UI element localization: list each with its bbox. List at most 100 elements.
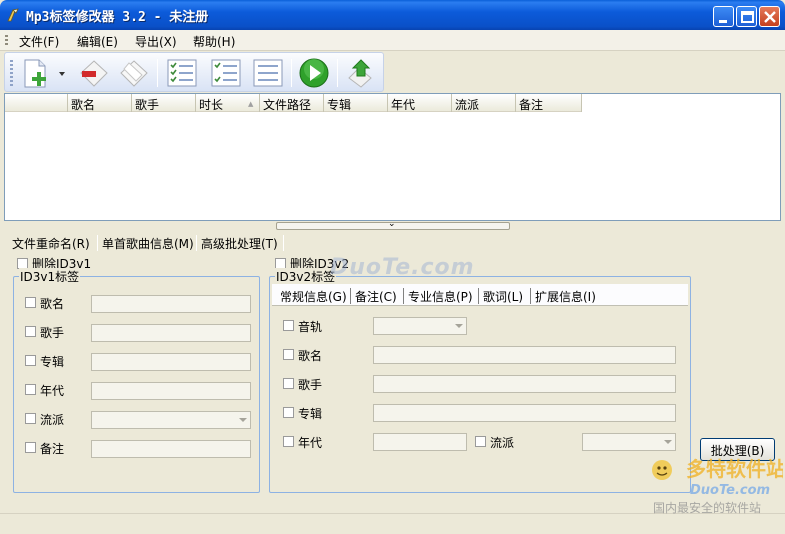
sort-arrow-icon: ▲	[248, 100, 254, 108]
tab-file-rename[interactable]: 文件重命名(R)	[8, 234, 94, 252]
add-file-button[interactable]	[19, 56, 69, 90]
chevron-down-icon: ⌄	[388, 219, 396, 229]
close-button[interactable]	[759, 6, 780, 27]
maximize-icon	[741, 11, 754, 23]
deselect-button[interactable]	[251, 56, 285, 90]
minimize-button[interactable]	[713, 6, 734, 27]
menu-grip[interactable]	[5, 35, 8, 47]
id3v2-title-input[interactable]	[373, 346, 676, 364]
id3v2-track-checkbox[interactable]	[283, 320, 294, 331]
id3v2-genre-checkbox[interactable]	[475, 436, 486, 447]
chevron-down-icon	[455, 324, 463, 328]
window-title: Mp3标签修改器 3.2 - 未注册	[26, 10, 209, 25]
site-logo-graphic: 多特软件站 DuoTe.com 国内最安全的软件站	[652, 457, 785, 515]
check-list-2-icon	[211, 59, 241, 87]
id3v2-genre-select[interactable]	[582, 433, 676, 451]
id3v2-year-input[interactable]	[373, 433, 467, 451]
invert-select-button[interactable]	[209, 56, 243, 90]
select-all-button[interactable]	[165, 56, 199, 90]
id3v1-comment-label: 备注	[40, 442, 65, 456]
subtab-professional[interactable]: 专业信息(P)	[408, 288, 473, 305]
id3v1-title-checkbox[interactable]	[25, 297, 36, 308]
play-icon	[299, 58, 329, 88]
subtab-separator	[403, 288, 404, 304]
toolbar	[4, 52, 384, 92]
id3v1-artist-checkbox[interactable]	[25, 326, 36, 337]
subtab-extended[interactable]: 扩展信息(I)	[535, 288, 596, 305]
subtab-lyrics[interactable]: 歌词(L)	[483, 288, 523, 305]
column-title[interactable]: 歌名	[68, 94, 132, 112]
check-list-icon	[167, 59, 197, 87]
column-duration-label: 时长	[199, 98, 224, 112]
column-artist[interactable]: 歌手	[132, 94, 196, 112]
id3v2-year-label: 年代	[298, 436, 323, 450]
run-button[interactable]	[297, 56, 331, 90]
id3v2-artist-input[interactable]	[373, 375, 676, 393]
subtab-separator	[530, 288, 531, 304]
site-logo: 多特软件站 DuoTe.com 国内最安全的软件站	[648, 456, 785, 518]
id3v2-album-checkbox[interactable]	[283, 407, 294, 418]
id3v2-group-label: ID3v2标签	[275, 268, 337, 285]
chevron-down-icon	[239, 418, 247, 422]
id3v2-title-label: 歌名	[298, 349, 323, 363]
menu-help[interactable]: 帮助(H)	[193, 33, 235, 50]
tab-single-song[interactable]: 单首歌曲信息(M)	[98, 234, 198, 252]
close-icon	[764, 11, 776, 23]
id3v2-track-label: 音轨	[298, 320, 323, 334]
tab-separator	[283, 235, 284, 251]
id3v1-year-input[interactable]	[91, 382, 251, 400]
id3v2-album-label: 专辑	[298, 407, 323, 421]
toolbar-grip[interactable]	[10, 60, 13, 86]
logo-cn-text: 多特软件站	[686, 457, 783, 481]
menu-file[interactable]: 文件(F)	[19, 33, 59, 50]
song-list[interactable]: 歌名 歌手 时长 ▲ 文件路径 专辑 年代 流派 备注	[4, 93, 781, 221]
logo-en-text: DuoTe.com	[690, 483, 770, 498]
toolbar-separator	[291, 59, 292, 87]
id3v1-title-input[interactable]	[91, 295, 251, 313]
menu-bar: 文件(F) 编辑(E) 导出(X) 帮助(H)	[0, 30, 785, 51]
export-button[interactable]	[343, 56, 377, 90]
subtab-general[interactable]: 常规信息(G)	[280, 288, 347, 305]
id3v1-artist-input[interactable]	[91, 324, 251, 342]
id3v2-track-select[interactable]	[373, 317, 467, 335]
id3v1-title-label: 歌名	[40, 297, 65, 311]
logo-slogan-text: 国内最安全的软件站	[653, 500, 761, 515]
subtab-comment[interactable]: 备注(C)	[355, 288, 397, 305]
title-bar: Mp3标签修改器 3.2 - 未注册	[0, 0, 785, 30]
remove-icon	[80, 60, 108, 87]
id3v1-genre-checkbox[interactable]	[25, 413, 36, 424]
remove-file-button[interactable]	[77, 56, 111, 90]
column-genre[interactable]: 流派	[452, 94, 516, 112]
column-year[interactable]: 年代	[388, 94, 452, 112]
id3v1-comment-input[interactable]	[91, 440, 251, 458]
maximize-button[interactable]	[736, 6, 757, 27]
id3v1-year-checkbox[interactable]	[25, 384, 36, 395]
export-icon	[348, 59, 372, 88]
id3v1-album-label: 专辑	[40, 355, 65, 369]
clear-list-button[interactable]	[117, 56, 151, 90]
tab-batch-advanced[interactable]: 高级批处理(T)	[197, 234, 282, 252]
watermark-text: DuoTe.com	[330, 255, 475, 280]
id3v2-genre-label: 流派	[490, 436, 515, 450]
id3v2-title-checkbox[interactable]	[283, 349, 294, 360]
column-comment[interactable]: 备注	[516, 94, 582, 112]
id3v1-album-checkbox[interactable]	[25, 355, 36, 366]
subtab-separator	[478, 288, 479, 304]
list-icon	[253, 59, 283, 87]
id3v2-album-input[interactable]	[373, 404, 676, 422]
column-duration[interactable]: 时长 ▲	[196, 94, 260, 112]
id3v2-artist-label: 歌手	[298, 378, 323, 392]
id3v2-year-checkbox[interactable]	[283, 436, 294, 447]
menu-edit[interactable]: 编辑(E)	[77, 33, 118, 50]
id3v1-album-input[interactable]	[91, 353, 251, 371]
id3v1-genre-select[interactable]	[91, 411, 251, 429]
column-checkbox[interactable]	[5, 94, 68, 112]
id3v2-artist-checkbox[interactable]	[283, 378, 294, 389]
panel-splitter[interactable]: ⌄	[276, 219, 510, 230]
list-header: 歌名 歌手 时长 ▲ 文件路径 专辑 年代 流派 备注	[5, 94, 582, 112]
column-album[interactable]: 专辑	[324, 94, 388, 112]
id3v1-comment-checkbox[interactable]	[25, 442, 36, 453]
column-path[interactable]: 文件路径	[260, 94, 324, 112]
toolbar-separator	[157, 59, 158, 87]
menu-export[interactable]: 导出(X)	[135, 33, 177, 50]
